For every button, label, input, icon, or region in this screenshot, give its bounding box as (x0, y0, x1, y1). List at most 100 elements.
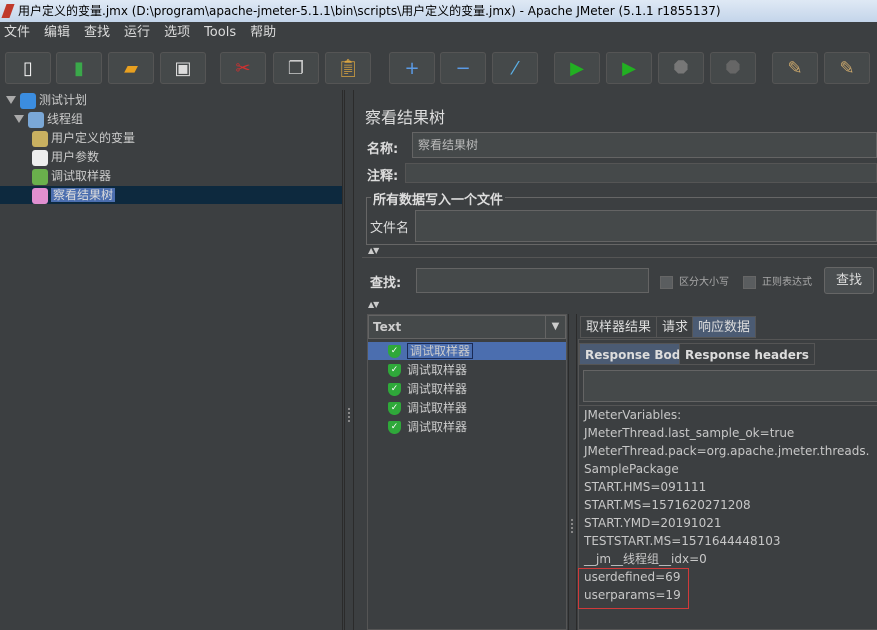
paste-button[interactable]: 📋︎ (325, 52, 371, 84)
cut-button[interactable]: ✂ (220, 52, 266, 84)
menu-3[interactable]: 运行 (124, 22, 150, 44)
menu-bar: 文件 编辑 查找 运行 选项 Tools 帮助 (0, 22, 877, 44)
jmeter-feather-icon (1, 4, 15, 18)
start-no-pause-button[interactable]: ▶ (606, 52, 652, 84)
title-bar: 用户定义的变量.jmx (D:\program\apache-jmeter-5.… (0, 0, 877, 22)
thread-group-gear-icon (28, 111, 44, 128)
tree-node[interactable]: 用户参数 (32, 148, 99, 166)
renderer-select[interactable]: Text ▼ (368, 315, 566, 339)
stop-button[interactable]: ⯃ (658, 52, 704, 84)
filename-input[interactable] (415, 210, 877, 242)
copy-button[interactable]: ❐ (273, 52, 319, 84)
sample-label: 调试取样器 (407, 343, 474, 359)
tree-node-label: 用户参数 (51, 150, 100, 164)
menu-0[interactable]: 文件 (4, 22, 30, 44)
window-title: 用户定义的变量.jmx (D:\program\apache-jmeter-5.… (18, 4, 721, 18)
minus-icon: − (455, 57, 471, 79)
broom-all-icon: ✎ (839, 57, 855, 79)
comment-input[interactable] (405, 163, 877, 183)
expand-triangle-icon[interactable] (6, 96, 16, 104)
pipette-icon (32, 168, 48, 185)
expand-triangle-icon[interactable] (14, 115, 24, 123)
tree-node[interactable]: 调试取样器 (32, 167, 111, 185)
tree-node[interactable]: 测试计划 (6, 91, 87, 109)
sample-results-list: ✓ 调试取样器 ✓ 调试取样器 ✓ 调试取样器 ✓ 调试取样器 ✓ 调试取样器 (368, 342, 566, 442)
highlight-box (578, 568, 689, 609)
start-button[interactable]: ▶ (554, 52, 600, 84)
menu-5[interactable]: Tools (204, 22, 236, 44)
response-line: START.MS=1571620271208 (584, 498, 751, 512)
collapse-arrows-2[interactable]: ▲▼ (368, 300, 379, 309)
search-button[interactable]: 查找 (824, 267, 874, 294)
collapse-arrows[interactable]: ▲▼ (368, 246, 379, 255)
menu-1[interactable]: 编辑 (44, 22, 70, 44)
clipboard-icon: 📋︎ (336, 57, 360, 79)
sample-item[interactable]: ✓ 调试取样器 (388, 418, 467, 436)
menu-2[interactable]: 查找 (84, 22, 110, 44)
save-icon: ▣ (174, 57, 192, 79)
sample-label: 调试取样器 (407, 401, 468, 415)
shutdown-button[interactable]: ⯃ (710, 52, 756, 84)
toggle-wand-icon: ⁄ (513, 57, 517, 79)
sample-item[interactable]: ✓ 调试取样器 (388, 399, 467, 417)
sample-item[interactable]: ✓ 调试取样器 (388, 361, 467, 379)
menu-6[interactable]: 帮助 (250, 22, 276, 44)
subtab-1[interactable]: Response headers (679, 343, 815, 365)
search-input[interactable] (416, 268, 649, 293)
response-line: JMeterThread.last_sample_ok=true (584, 426, 795, 440)
tab-2[interactable]: 响应数据 (692, 316, 757, 338)
response-line: START.YMD=20191021 (584, 516, 722, 530)
collapse-button[interactable]: − (440, 52, 486, 84)
templates-button[interactable]: ▮ (56, 52, 102, 84)
name-label: 名称: (367, 142, 399, 157)
success-shield-icon: ✓ (388, 364, 401, 377)
response-search-input[interactable] (583, 370, 877, 402)
tree-node-label: 线程组 (47, 112, 84, 126)
chevron-down-icon: ▼ (545, 316, 565, 338)
scissors-icon: ✂ (235, 57, 251, 79)
sample-label: 调试取样器 (407, 420, 468, 434)
clear-all-button[interactable]: ✎ (824, 52, 870, 84)
sample-item[interactable]: ✓ 调试取样器 (388, 380, 467, 398)
response-line: START.HMS=091111 (584, 480, 707, 494)
tree-node-label: 调试取样器 (51, 169, 112, 183)
regex-checkbox[interactable]: 正则表达式 (743, 273, 812, 289)
split-pane-divider[interactable] (344, 90, 354, 630)
results-split-divider[interactable] (568, 314, 577, 630)
broom-icon: ✎ (787, 57, 803, 79)
user-params-icon (32, 149, 48, 166)
save-button[interactable]: ▣ (160, 52, 206, 84)
play-icon: ▶ (570, 57, 584, 79)
toggle-button[interactable]: ⁄ (492, 52, 538, 84)
copy-icon: ❐ (287, 57, 305, 79)
response-line: JMeterThread.pack=org.apache.jmeter.thre… (584, 444, 870, 476)
chart-icon (32, 187, 48, 204)
new-button[interactable]: ▯ (5, 52, 51, 84)
filename-label: 文件名 (370, 221, 410, 236)
sample-label: 调试取样器 (407, 363, 468, 377)
menu-4[interactable]: 选项 (164, 22, 190, 44)
tree-node[interactable]: 察看结果树 (0, 186, 342, 204)
response-line: JMeterVariables: (584, 408, 682, 422)
test-plan-flask-icon (20, 92, 36, 109)
tab-0[interactable]: 取样器结果 (580, 316, 658, 338)
stop-octagon-icon: ⯃ (673, 57, 689, 79)
templates-icon: ▮ (74, 57, 84, 79)
play-no-timers-icon: ▶ (622, 57, 636, 79)
tree-node[interactable]: 线程组 (14, 110, 83, 128)
name-input[interactable]: 察看结果树 (412, 132, 877, 158)
page-title: 察看结果树 (365, 108, 446, 127)
expand-button[interactable]: + (389, 52, 435, 84)
subtab-0[interactable]: Response Body (579, 343, 695, 365)
shutdown-octagon-icon: ⯃ (725, 57, 741, 79)
plus-icon: + (404, 57, 420, 79)
open-button[interactable]: ▰ (108, 52, 154, 84)
sample-item[interactable]: ✓ 调试取样器 (368, 342, 566, 360)
clear-button[interactable]: ✎ (772, 52, 818, 84)
tab-1[interactable]: 请求 (656, 316, 695, 338)
test-plan-tree[interactable]: 测试计划线程组用户定义的变量用户参数调试取样器察看结果树 (0, 90, 343, 630)
response-line: TESTSTART.MS=1571644448103 (584, 534, 781, 548)
case-sensitive-checkbox[interactable]: 区分大小写 (660, 273, 729, 289)
folder-open-icon: ▰ (124, 57, 138, 79)
tree-node[interactable]: 用户定义的变量 (32, 129, 135, 147)
